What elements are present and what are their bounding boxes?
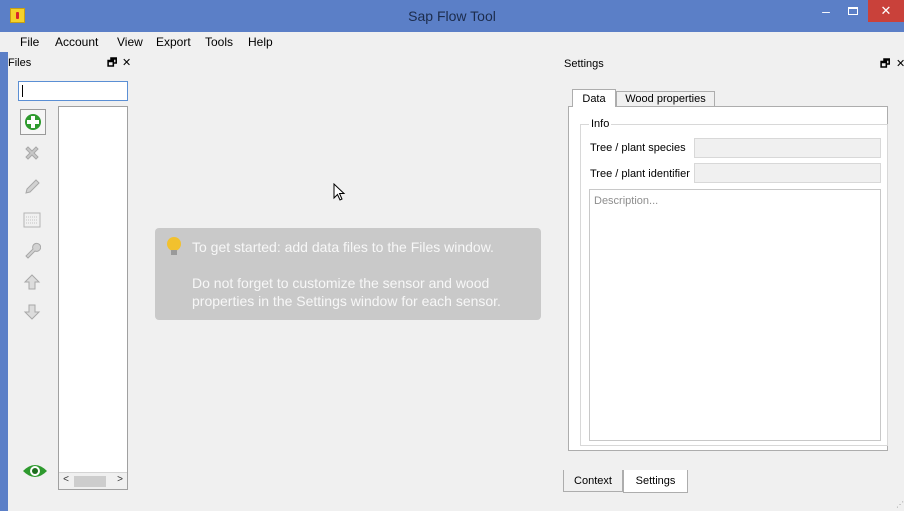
files-list[interactable]: < > xyxy=(58,106,128,490)
bottom-tab-context[interactable]: Context xyxy=(563,470,623,492)
preview-toggle-button[interactable] xyxy=(20,458,50,484)
hint-line-2: Do not forget to customize the sensor an… xyxy=(192,275,490,291)
menu-bar: File Account View Export Tools Help xyxy=(0,32,904,52)
settings-close-icon[interactable]: ✕ xyxy=(896,55,904,73)
move-down-button[interactable] xyxy=(20,300,46,326)
maximize-button[interactable] xyxy=(840,0,866,22)
edit-file-button[interactable] xyxy=(20,175,46,201)
data-grid-button[interactable] xyxy=(20,208,46,234)
info-group-title: Info xyxy=(589,118,612,130)
lightbulb-icon xyxy=(167,237,181,255)
scroll-thumb[interactable] xyxy=(74,476,106,487)
menu-help[interactable]: Help xyxy=(248,35,273,49)
add-file-button[interactable] xyxy=(20,109,46,135)
window-title: Sap Flow Tool xyxy=(408,8,496,24)
settings-wrench-button[interactable] xyxy=(20,238,46,264)
tab-data[interactable]: Data xyxy=(572,89,616,107)
scroll-left-icon[interactable]: < xyxy=(60,474,72,485)
hint-line-1: To get started: add data files to the Fi… xyxy=(192,239,494,255)
species-label: Tree / plant species xyxy=(590,142,686,154)
menu-view[interactable]: View xyxy=(117,35,143,49)
hint-line-3: properties in the Settings window for ea… xyxy=(192,293,501,309)
maximize-icon xyxy=(848,7,858,15)
minimize-button[interactable]: – xyxy=(813,0,839,22)
move-down-icon xyxy=(23,304,41,320)
remove-file-icon xyxy=(25,146,39,160)
scroll-right-icon[interactable]: > xyxy=(114,474,126,485)
remove-file-button[interactable] xyxy=(20,141,46,167)
files-search[interactable] xyxy=(18,81,128,101)
window-left-edge xyxy=(0,52,8,511)
identifier-label: Tree / plant identifier xyxy=(590,168,690,180)
wrench-icon xyxy=(25,242,41,259)
menu-file[interactable]: File xyxy=(20,35,39,49)
menu-export[interactable]: Export xyxy=(156,35,191,49)
description-placeholder: Description... xyxy=(594,195,659,207)
files-search-input[interactable] xyxy=(25,84,121,98)
files-dock-title: Files 🗗 ✕ xyxy=(8,54,136,72)
resize-grip-icon[interactable]: ⋰ xyxy=(896,500,904,509)
menu-tools[interactable]: Tools xyxy=(205,35,233,49)
getting-started-hint: To get started: add data files to the Fi… xyxy=(155,228,541,320)
move-up-button[interactable] xyxy=(20,270,46,296)
description-textarea[interactable]: Description... xyxy=(589,189,881,441)
files-horizontal-scrollbar[interactable]: < > xyxy=(59,472,127,489)
add-file-icon xyxy=(25,114,41,130)
bottom-tab-settings[interactable]: Settings xyxy=(623,470,688,493)
files-close-icon[interactable]: ✕ xyxy=(122,54,131,72)
menu-account[interactable]: Account xyxy=(55,35,98,49)
title-bar: Sap Flow Tool – ✕ xyxy=(0,0,904,32)
close-button[interactable]: ✕ xyxy=(868,0,904,22)
edit-pencil-icon xyxy=(25,179,40,194)
tab-wood-properties[interactable]: Wood properties xyxy=(616,91,715,107)
species-field[interactable] xyxy=(694,138,881,158)
move-up-icon xyxy=(23,274,41,290)
settings-float-icon[interactable]: 🗗 xyxy=(880,55,890,73)
identifier-field[interactable] xyxy=(694,163,881,183)
files-panel-title: Files xyxy=(8,57,32,69)
data-grid-icon xyxy=(23,212,41,228)
settings-dock-title: Settings 🗗 ✕ xyxy=(564,55,904,73)
mouse-cursor-icon xyxy=(333,183,346,201)
settings-panel-title: Settings xyxy=(564,58,604,70)
files-float-icon[interactable]: 🗗 xyxy=(107,54,117,72)
eye-icon xyxy=(23,465,47,477)
